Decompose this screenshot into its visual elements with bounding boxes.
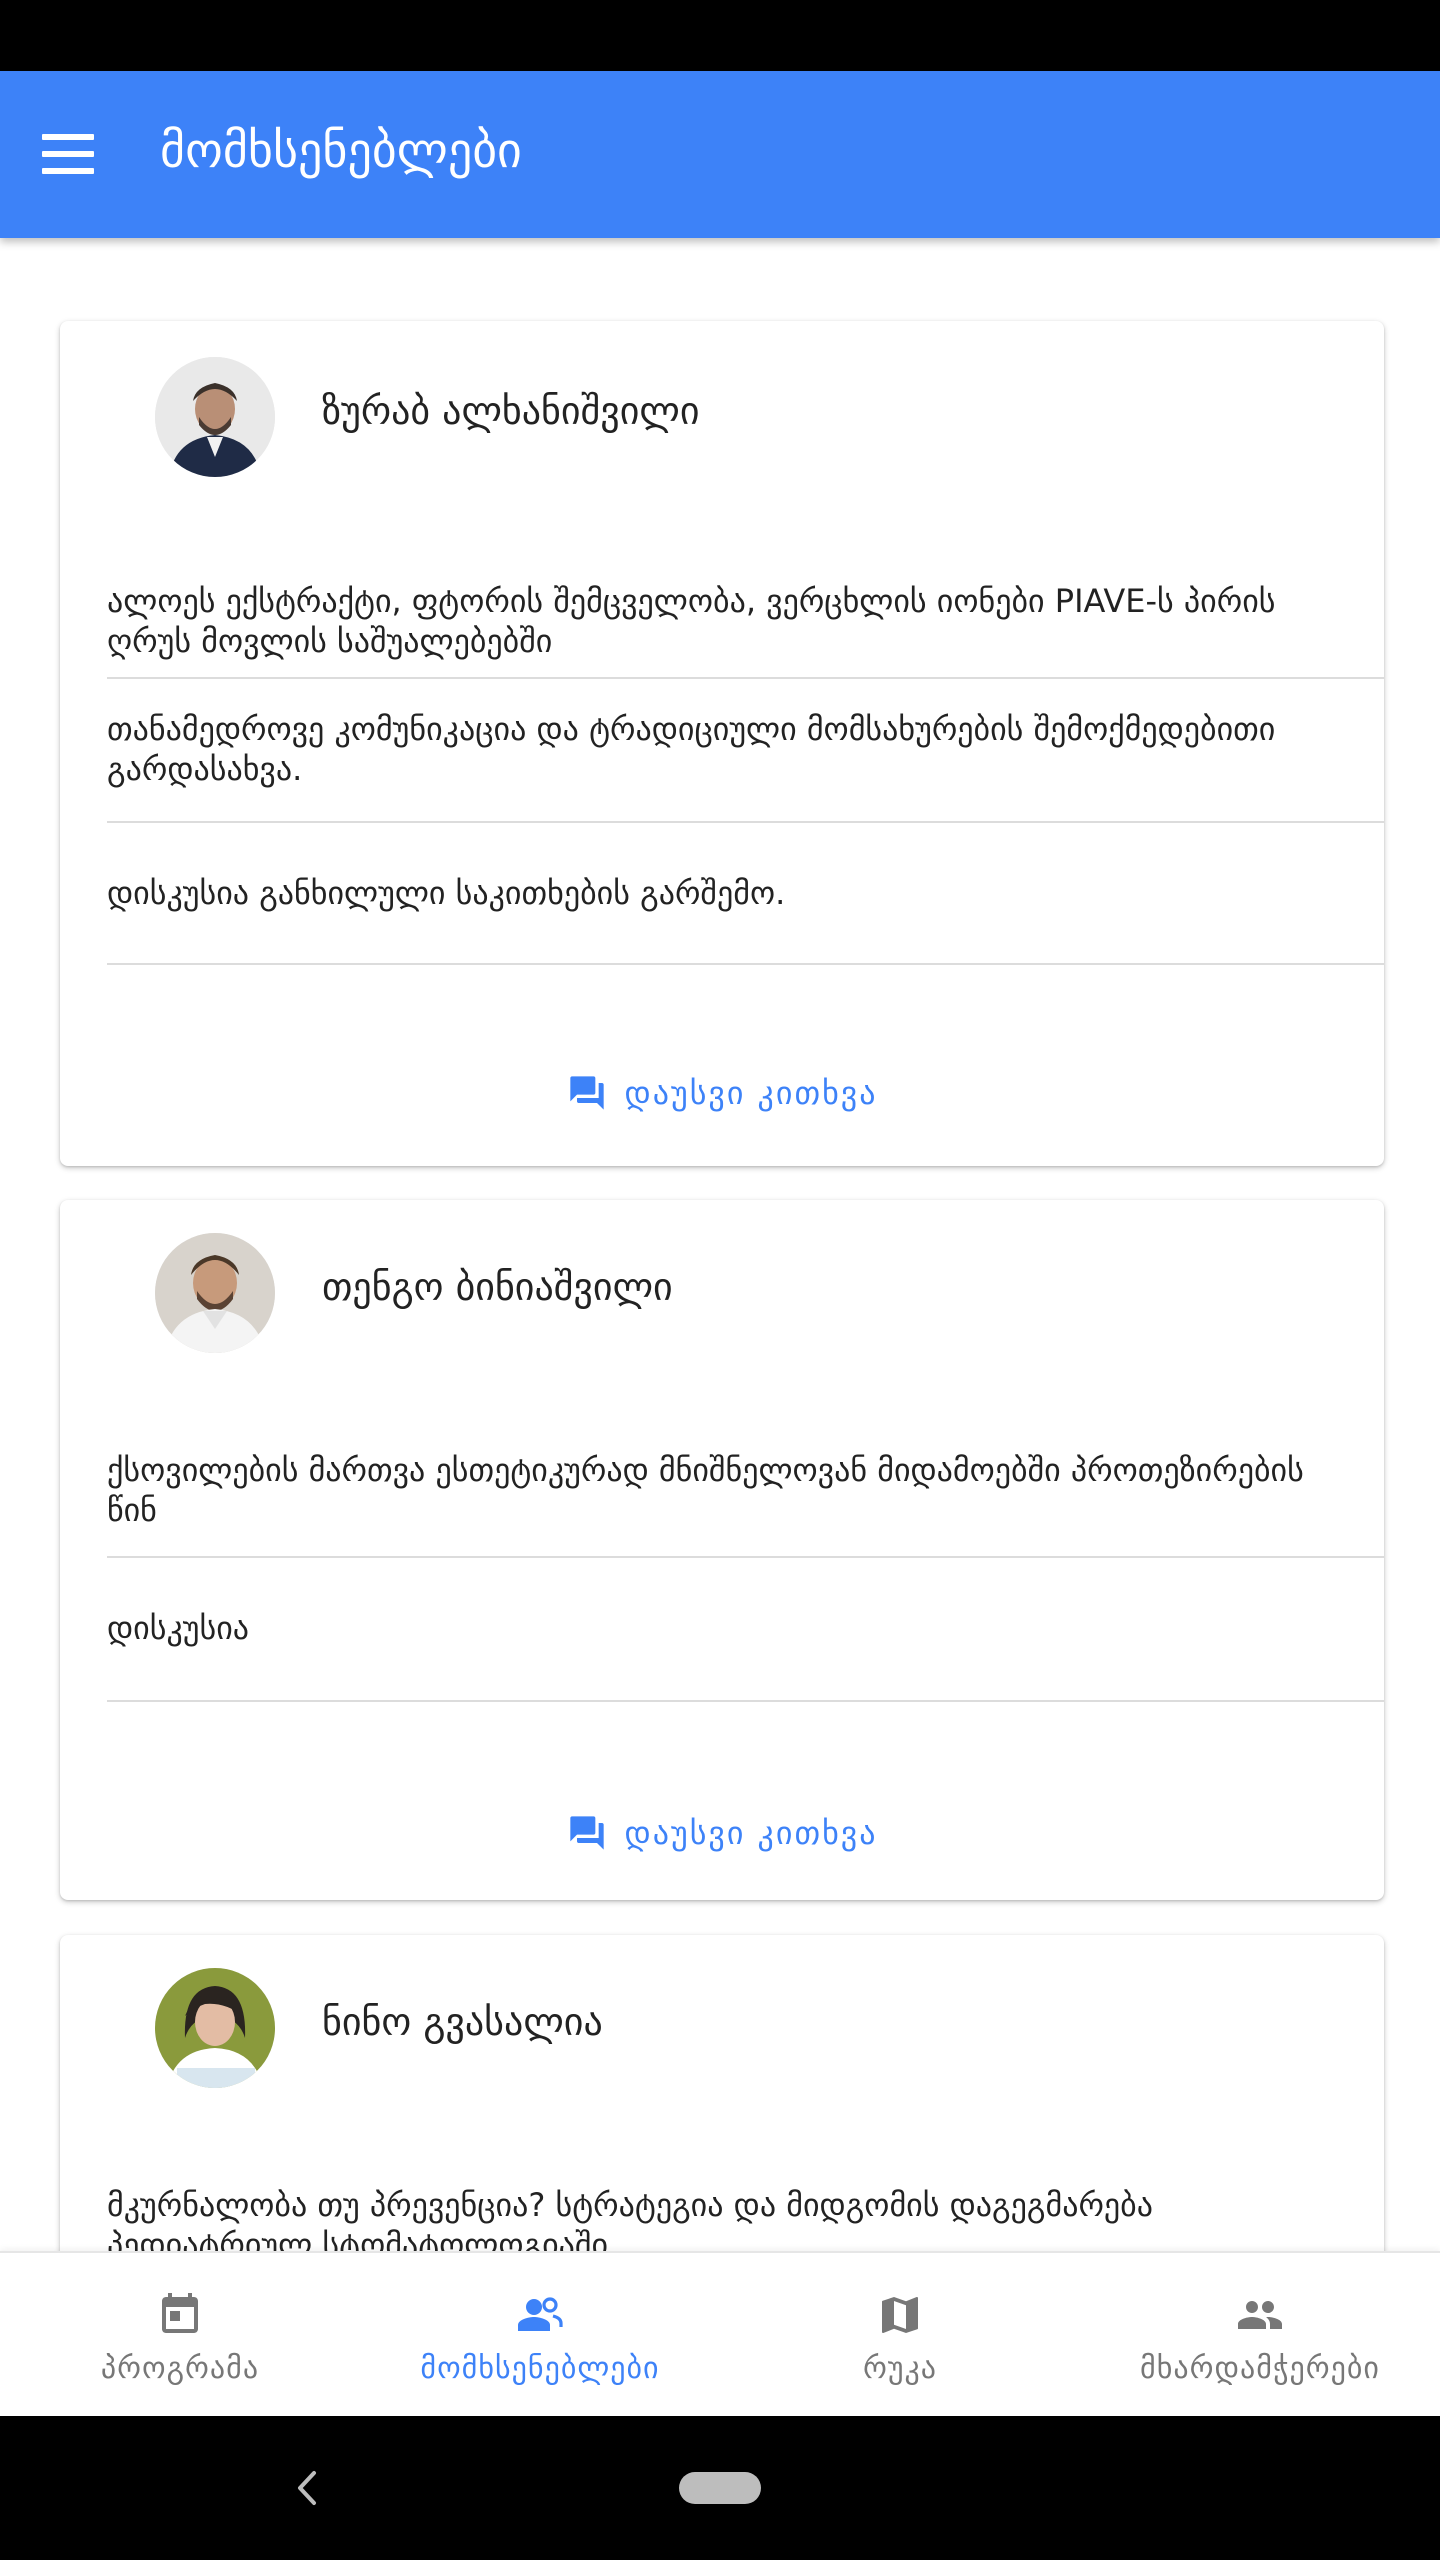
ask-question-label: დაუსვი კითხვა	[624, 1814, 878, 1852]
screen: მომხსენებლები ზურაბ ალხანიშვილი ალოეს ექ…	[0, 0, 1440, 2560]
speaker-name: ზურაბ ალხანიშვილი	[322, 389, 700, 433]
topic-item[interactable]: თანამედროვე კომუნიკაცია და ტრადიციული მო…	[107, 679, 1384, 823]
topic-text: დისკუსია	[107, 1609, 250, 1647]
nav-item-speakers[interactable]: მომხსენებლები	[360, 2253, 720, 2416]
app-bar: მომხსენებლები	[0, 71, 1440, 238]
avatar-image	[155, 1968, 275, 2088]
avatar	[155, 357, 275, 477]
ask-question-label: დაუსვი კითხვა	[624, 1074, 878, 1112]
topic-item[interactable]: დისკუსია განხილული საკითხების გარშემო.	[107, 823, 1384, 965]
forum-icon	[569, 1816, 604, 1850]
topic-item[interactable]: ქსოვილების მართვა ესთეტიკურად მნიშნელოვა…	[107, 1420, 1384, 1558]
topic-text: დისკუსია განხილული საკითხების გარშემო.	[107, 874, 786, 912]
avatar	[155, 1233, 275, 1353]
system-navigation-bar	[0, 2416, 1440, 2560]
speakers-icon	[518, 2297, 563, 2331]
home-pill[interactable]	[679, 2472, 761, 2504]
menu-button[interactable]	[42, 134, 94, 174]
back-icon[interactable]	[288, 2461, 324, 2515]
menu-icon-line	[42, 134, 94, 140]
topic-text: ქსოვილების მართვა ესთეტიკურად მნიშნელოვა…	[107, 1451, 1304, 1529]
speakers-list[interactable]: ზურაბ ალხანიშვილი ალოეს ექსტრაქტი, ფტორი…	[0, 238, 1440, 2251]
speaker-card: თენგო ბინიაშვილი ქსოვილების მართვა ესთეტ…	[60, 1200, 1384, 1900]
topic-item[interactable]: მკურნალობა თუ პრევენცია? სტრატეგია და მი…	[107, 2155, 1384, 2251]
calendar-icon	[162, 2293, 198, 2333]
menu-icon-line	[42, 168, 94, 174]
topic-text: ალოეს ექსტრაქტი, ფტორის შემცველობა, ვერც…	[107, 582, 1276, 660]
nav-item-program[interactable]: პროგრამა	[0, 2253, 360, 2416]
nav-label: მომხსენებლები	[420, 2351, 660, 2386]
speaker-name: ნინო გვასალია	[322, 2000, 603, 2044]
avatar	[155, 1968, 275, 2088]
speaker-card: ზურაბ ალხანიშვილი ალოეს ექსტრაქტი, ფტორი…	[60, 321, 1384, 1166]
nav-label: პროგრამა	[100, 2351, 260, 2386]
topic-item[interactable]: დისკუსია	[107, 1558, 1384, 1702]
nav-item-map[interactable]: რუკა	[720, 2253, 1080, 2416]
avatar-image	[155, 357, 275, 477]
page-title: მომხსენებლები	[160, 123, 522, 179]
topic-text: თანამედროვე კომუნიკაცია და ტრადიციული მო…	[107, 710, 1276, 788]
menu-icon-line	[42, 151, 94, 157]
bottom-navigation: პროგრამა მომხსენებლები რუკა მხარდამჭერებ…	[0, 2251, 1440, 2416]
nav-label: რუკა	[862, 2351, 938, 2386]
ask-question-button[interactable]: დაუსვი კითხვა	[60, 1803, 1384, 1863]
avatar-image	[155, 1233, 275, 1353]
people-icon	[1238, 2301, 1282, 2329]
topic-item[interactable]: ალოეს ექსტრაქტი, ფტორის შემცველობა, ვერც…	[107, 541, 1384, 679]
ask-question-button[interactable]: დაუსვი კითხვა	[60, 1063, 1384, 1123]
status-bar	[0, 0, 1440, 71]
speaker-name: თენგო ბინიაშვილი	[322, 1265, 673, 1309]
speaker-card: ნინო გვასალია მკურნალობა თუ პრევენცია? ს…	[60, 1935, 1384, 2251]
forum-icon	[569, 1076, 604, 1110]
topic-text: მკურნალობა თუ პრევენცია? სტრატეგია და მი…	[107, 2186, 1153, 2251]
map-icon	[882, 2297, 918, 2333]
nav-item-supporters[interactable]: მხარდამჭერები	[1080, 2253, 1440, 2416]
nav-label: მხარდამჭერები	[1140, 2351, 1380, 2386]
